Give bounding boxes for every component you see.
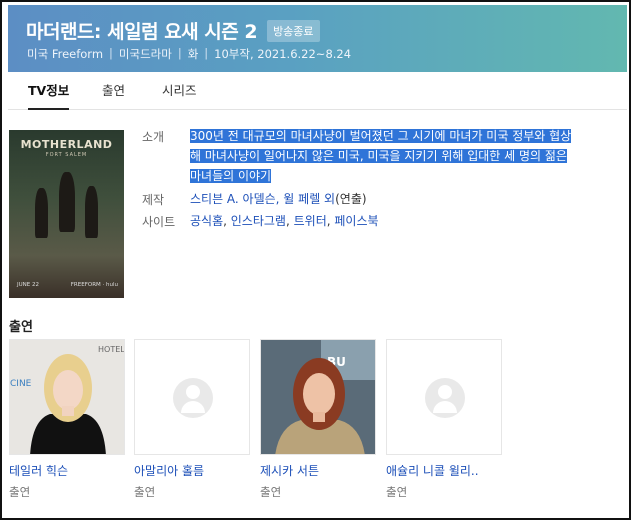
cast-role: 출연 <box>134 485 156 499</box>
cast-photo[interactable]: HOTELS CINE <box>9 339 125 455</box>
intro-line: 마녀들의 이야기 <box>190 169 272 183</box>
meta-network: 미국 Freeform <box>27 47 104 61</box>
poster-network: FREEFORM · hulu <box>70 282 118 288</box>
cast-card[interactable]: BU 제시카 서튼 출연 <box>260 339 376 500</box>
window-frame: 마더랜드: 세일럼 요새 시즌 2 방송종료 미국 Freeform | 미국드… <box>0 0 631 520</box>
site-separator: , <box>223 214 231 228</box>
meta-divider: | <box>177 46 182 60</box>
cast-name[interactable]: 테일러 힉슨 <box>9 462 125 479</box>
cast-role: 출연 <box>260 485 282 499</box>
director-suffix: (연출) <box>335 192 367 206</box>
site-label: 사이트 <box>142 215 176 229</box>
cast-photo-image: HOTELS CINE <box>10 340 125 454</box>
meta-day: 화 <box>187 47 199 61</box>
tab-series[interactable]: 시리즈 <box>162 72 197 110</box>
header-banner: 마더랜드: 세일럼 요새 시즌 2 방송종료 미국 Freeform | 미국드… <box>8 5 627 72</box>
poster-image[interactable]: MOTHERLAND FORT SALEM JUNE 22 FREEFORM ·… <box>9 130 124 298</box>
person-placeholder-icon <box>173 378 213 418</box>
director-label: 제작 <box>142 193 165 207</box>
site-link-facebook[interactable]: 페이스북 <box>334 214 378 228</box>
poster-date: JUNE 22 <box>17 282 39 288</box>
cast-card[interactable]: 애슐리 니콜 윌리.. 출연 <box>386 339 502 500</box>
site-link-twitter[interactable]: 트위터 <box>294 214 327 228</box>
intro-label: 소개 <box>142 130 165 144</box>
poster-title: MOTHERLAND <box>20 138 113 151</box>
cast-photo-placeholder[interactable] <box>386 339 502 455</box>
intro-line: 해 마녀사냥이 일어나지 않은 미국, 미국을 지키기 위해 입대한 세 명의 … <box>190 149 567 163</box>
cast-section-title: 출연 <box>9 320 33 335</box>
director-link[interactable]: 스티븐 A. 아델슨, 윌 페렐 외 <box>190 192 335 206</box>
poster-figure <box>85 186 98 238</box>
director-value: 스티븐 A. 아델슨, 윌 페렐 외(연출) <box>190 191 608 207</box>
intro-text: 300년 전 대규모의 마녀사냥이 벌어졌던 그 시기에 마녀가 미국 정부와 … <box>190 126 608 186</box>
cast-name[interactable]: 아말리아 홀름 <box>134 462 250 479</box>
svg-text:HOTELS: HOTELS <box>98 345 125 354</box>
meta-genre: 미국드라마 <box>118 47 172 61</box>
cast-name[interactable]: 제시카 서튼 <box>260 462 376 479</box>
cast-photo-placeholder[interactable] <box>134 339 250 455</box>
site-link-instagram[interactable]: 인스타그램 <box>231 214 286 228</box>
meta-divider: | <box>109 46 113 60</box>
cast-name[interactable]: 애슐리 니콜 윌리.. <box>386 462 502 479</box>
cast-role: 출연 <box>386 485 408 499</box>
tab-cast[interactable]: 출연 <box>102 72 125 110</box>
status-badge: 방송종료 <box>267 19 320 42</box>
person-placeholder-icon <box>425 378 465 418</box>
poster-figure <box>35 188 48 238</box>
meta-divider: | <box>204 46 209 60</box>
tab-tv-info[interactable]: TV정보 <box>28 72 70 110</box>
site-separator: , <box>285 214 294 228</box>
cast-photo-image: BU <box>261 340 375 454</box>
site-link-official[interactable]: 공식홈 <box>190 214 223 228</box>
cast-card[interactable]: HOTELS CINE 테일러 힉슨 출연 <box>9 339 125 500</box>
page-title[interactable]: 마더랜드: 세일럼 요새 시즌 2 <box>26 17 258 44</box>
title-row: 마더랜드: 세일럼 요새 시즌 2 방송종료 <box>26 17 320 44</box>
meta-episodes: 10부작, 2021.6.22~8.24 <box>214 47 352 61</box>
intro-line: 300년 전 대규모의 마녀사냥이 벌어졌던 그 시기에 마녀가 미국 정부와 … <box>190 129 572 143</box>
site-links: 공식홈, 인스타그램, 트위터, 페이스북 <box>190 213 608 229</box>
cast-photo[interactable]: BU <box>260 339 376 455</box>
cast-role: 출연 <box>9 485 31 499</box>
svg-text:CINE: CINE <box>10 379 32 389</box>
poster-subtitle: FORT SALEM <box>45 152 88 158</box>
cast-card[interactable]: 아말리아 홀름 출연 <box>134 339 250 500</box>
tab-bar: TV정보 출연 시리즈 <box>8 72 627 110</box>
meta-row: 미국 Freeform | 미국드라마 | 화 | 10부작, 2021.6.2… <box>27 46 351 62</box>
poster-figure <box>59 172 75 232</box>
